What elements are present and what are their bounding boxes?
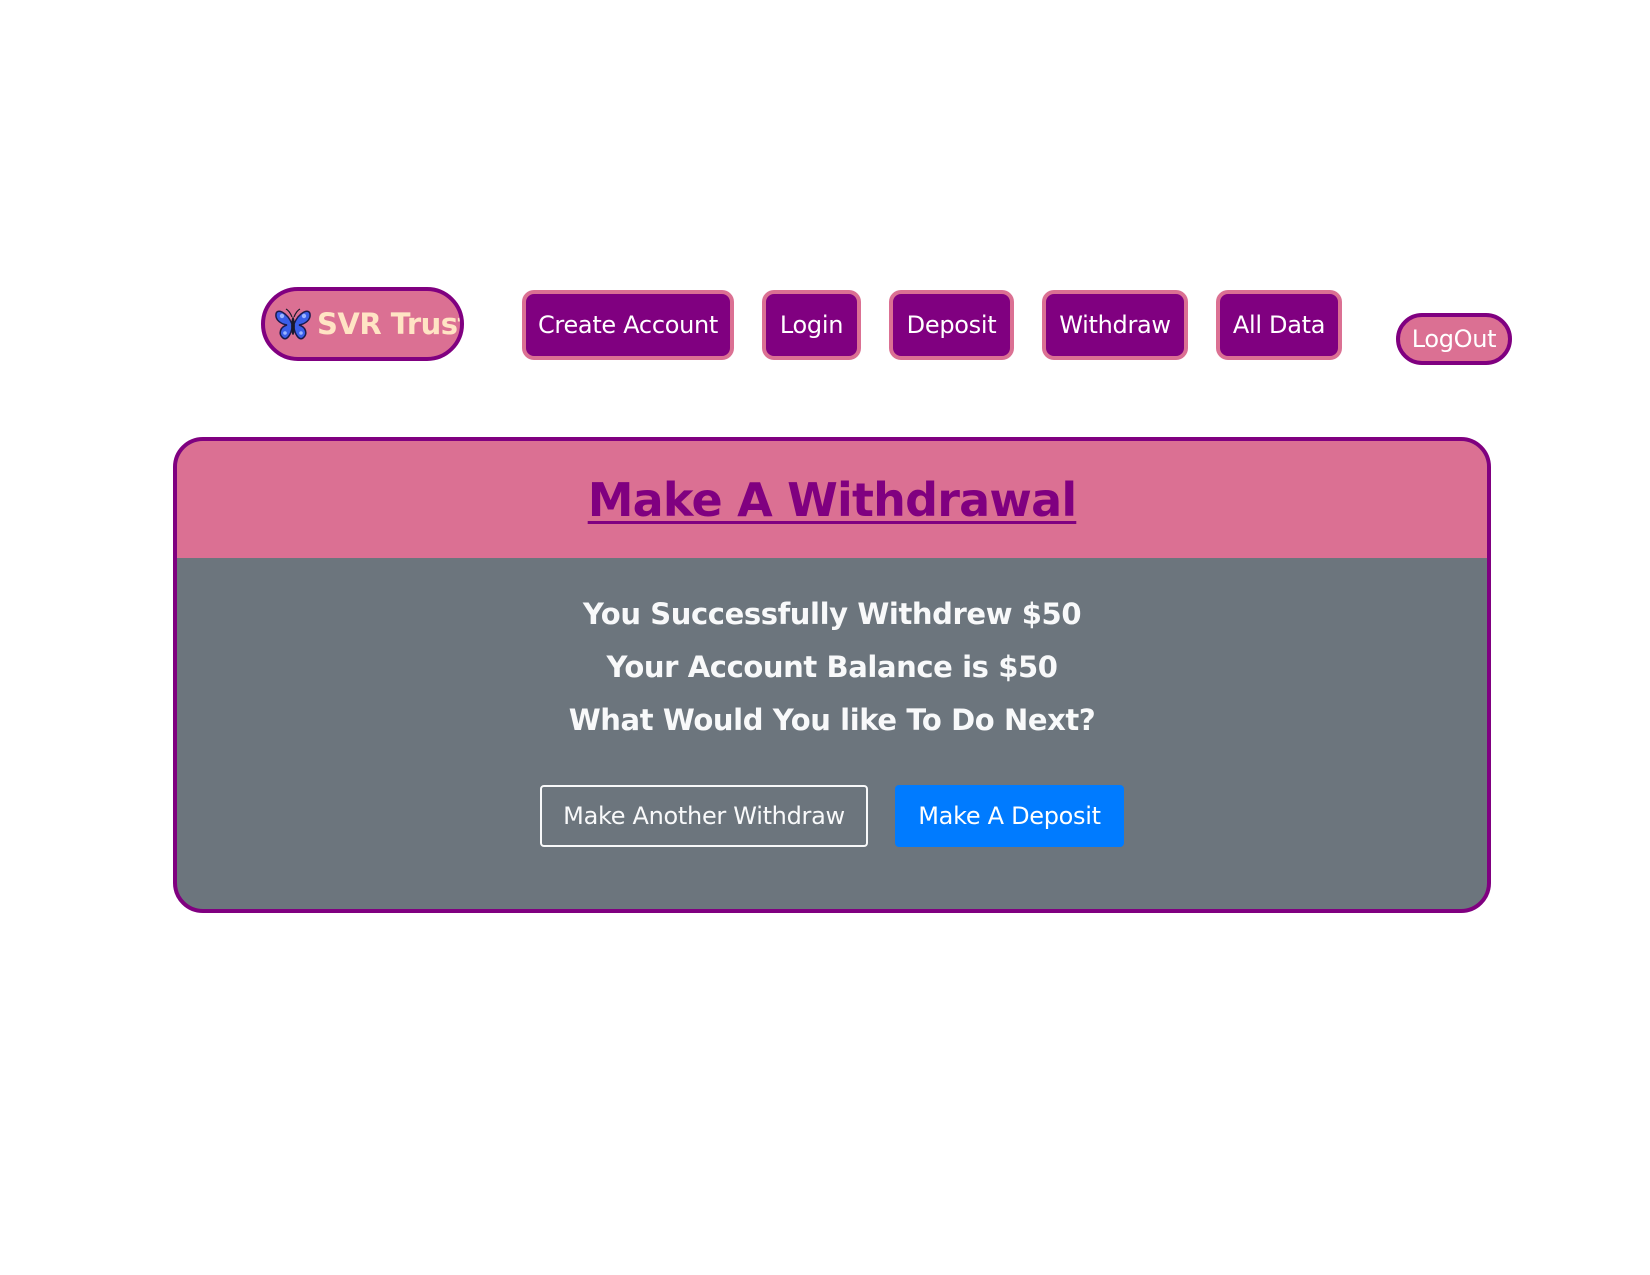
nav-withdraw-button[interactable]: Withdraw (1042, 290, 1188, 360)
nav-all-data-button[interactable]: All Data (1216, 290, 1342, 360)
make-another-withdraw-button[interactable]: Make Another Withdraw (540, 785, 868, 847)
card-title: Make A Withdrawal (587, 472, 1077, 527)
success-message: You Successfully Withdrew $50 (582, 597, 1082, 631)
nav-create-account-button[interactable]: Create Account (522, 290, 734, 360)
butterfly-icon (275, 308, 311, 340)
next-step-prompt: What Would You like To Do Next? (568, 703, 1096, 737)
make-deposit-button[interactable]: Make A Deposit (895, 785, 1124, 847)
balance-message: Your Account Balance is $50 (606, 650, 1058, 684)
card-body: You Successfully Withdrew $50 Your Accou… (177, 558, 1487, 847)
brand-name: SVR Trust (317, 307, 464, 341)
brand-logo-button[interactable]: SVR Trust (261, 287, 464, 361)
card-header: Make A Withdrawal (177, 441, 1487, 558)
action-buttons: Make Another Withdraw Make A Deposit (177, 785, 1487, 847)
withdrawal-card: Make A Withdrawal You Successfully Withd… (173, 437, 1491, 913)
nav-deposit-button[interactable]: Deposit (889, 290, 1014, 360)
nav-login-button[interactable]: Login (762, 290, 861, 360)
page: SVR Trust Create Account Login Deposit W… (0, 0, 1650, 1275)
logout-button[interactable]: LogOut (1396, 313, 1512, 365)
